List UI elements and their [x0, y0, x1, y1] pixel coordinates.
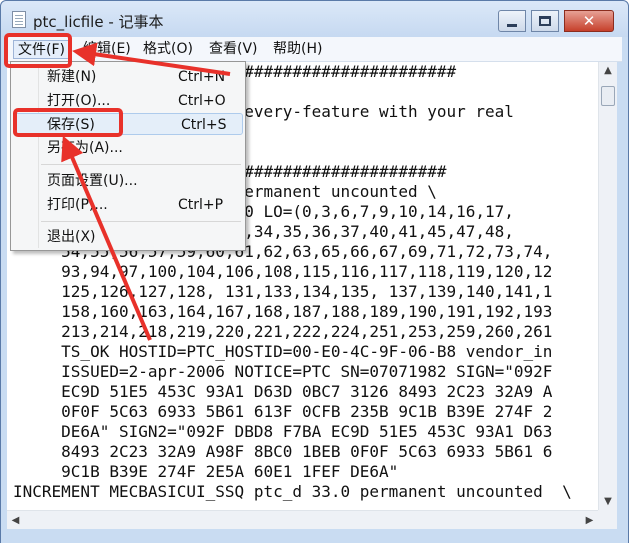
maximize-button[interactable]: [531, 10, 559, 32]
menu-separator: [41, 164, 241, 165]
highlight-box-file-menu: [4, 33, 72, 68]
size-grip[interactable]: [598, 510, 617, 529]
editor-line: EC9D 51E5 453C 93A1 D63D 0BC7 3126 8493 …: [13, 382, 553, 401]
menu-item-label: 另存为(A)...: [47, 140, 123, 156]
menu-item-save-as[interactable]: 另存为(A)...: [13, 137, 243, 159]
editor-line: 213,214,218,219,220,221,222,224,251,253,…: [13, 322, 553, 341]
menu-item-shortcut: Ctrl+S: [181, 117, 227, 133]
scroll-up-icon[interactable]: ▲: [599, 62, 617, 79]
file-menu-dropdown: 新建(N) Ctrl+N 打开(O)... Ctrl+O 保存(S) Ctrl+…: [10, 61, 246, 251]
window-bottom-frame: [1, 529, 628, 543]
menu-item-label: 打印(P)...: [47, 197, 108, 213]
horizontal-scrollbar[interactable]: ◀ ▶: [7, 510, 598, 529]
editor-line: 93,94,97,100,104,106,108,115,116,117,118…: [13, 262, 553, 281]
menu-item-print[interactable]: 打印(P)... Ctrl+P: [13, 194, 243, 216]
scroll-down-icon[interactable]: ▼: [599, 493, 617, 510]
vertical-scrollbar[interactable]: ▲ ▼: [598, 62, 617, 510]
menu-item-label: 新建(N): [47, 69, 97, 85]
menu-separator: [41, 221, 241, 222]
editor-line: 158,160,163,164,167,168,187,188,189,190,…: [13, 302, 553, 321]
scroll-right-icon[interactable]: ▶: [581, 512, 598, 529]
menu-item-exit[interactable]: 退出(X): [13, 226, 243, 248]
menu-item-label: 页面设置(U)...: [47, 173, 138, 189]
menu-format[interactable]: 格式(O): [139, 40, 197, 59]
vertical-scroll-thumb[interactable]: [601, 86, 615, 106]
menu-item-label: 退出(X): [47, 229, 96, 245]
menu-item-new[interactable]: 新建(N) Ctrl+N: [13, 66, 243, 88]
maximize-icon: [539, 16, 551, 26]
highlight-box-save: [13, 108, 123, 137]
editor-line: DE6A" SIGN2="092F DBD8 F7BA EC9D 51E5 45…: [13, 422, 553, 441]
minimize-button[interactable]: [498, 10, 526, 32]
editor-line: 125,126,127,128, 131,133,134,135, 137,13…: [13, 282, 553, 301]
menu-item-shortcut: Ctrl+P: [178, 197, 224, 213]
notepad-icon: [12, 11, 26, 28]
menu-item-shortcut: Ctrl+N: [178, 69, 226, 85]
menu-item-page-setup[interactable]: 页面设置(U)...: [13, 170, 243, 192]
editor-line: 8493 2C23 32A9 A98F 8BC0 1BEB 0F0F 5C63 …: [13, 442, 553, 461]
menu-bar: 文件(F) 编辑(E) 格式(O) 查看(V) 帮助(H): [7, 37, 622, 62]
close-button[interactable]: ✕: [564, 10, 614, 32]
menu-help[interactable]: 帮助(H): [269, 40, 326, 59]
title-bar[interactable]: ptc_licfile - 记事本 ✕: [1, 1, 628, 37]
editor-line: ISSUED=2-apr-2006 NOTICE=PTC SN=07071982…: [13, 362, 553, 381]
editor-line: 0F0F 5C63 6933 5B61 613F 0CFB 235B 9C1B …: [13, 402, 553, 421]
editor-line: INCREMENT MECBASICUI_SSQ ptc_d 33.0 perm…: [13, 482, 572, 501]
window-title: ptc_licfile - 记事本: [33, 13, 164, 31]
menu-view[interactable]: 查看(V): [205, 40, 262, 59]
menu-item-shortcut: Ctrl+O: [178, 93, 226, 109]
minimize-icon: [507, 23, 517, 27]
editor-line: 9C1B B39E 274F 2E5A 60E1 1FEF DE6A": [13, 462, 399, 481]
close-icon: ✕: [582, 12, 596, 30]
scroll-left-icon[interactable]: ◀: [7, 512, 24, 529]
menu-edit[interactable]: 编辑(E): [79, 40, 135, 59]
editor-line: TS_OK HOSTID=PTC_HOSTID=00-E0-4C-9F-06-B…: [13, 342, 553, 361]
